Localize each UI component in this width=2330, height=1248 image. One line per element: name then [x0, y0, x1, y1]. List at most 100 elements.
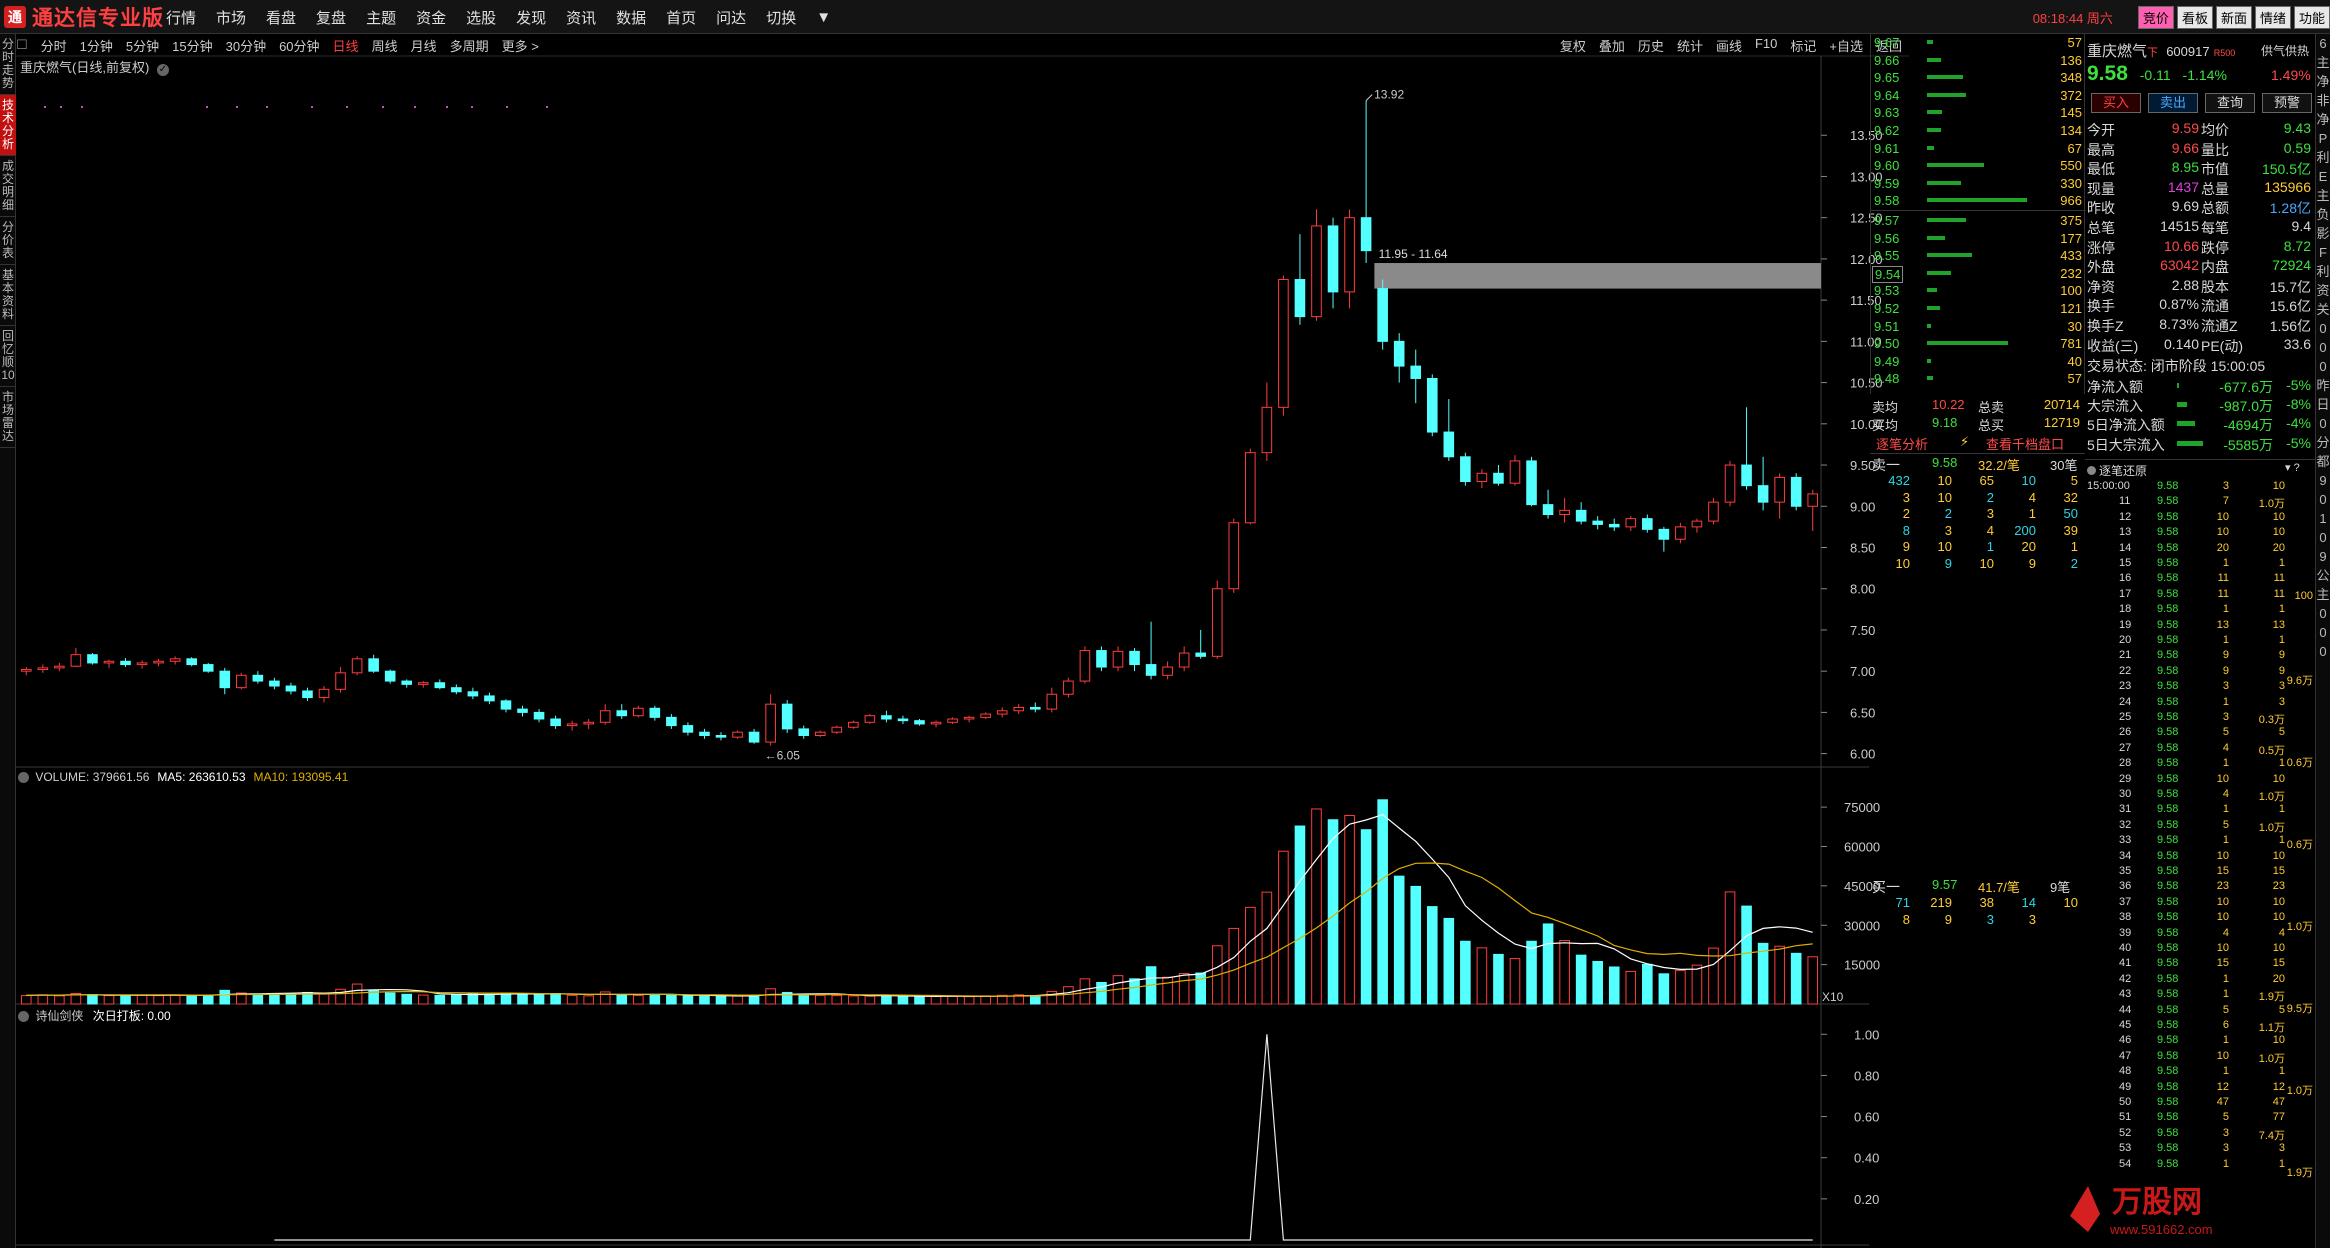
- tick-row-34[interactable]: 44 9.58 5 5: [2085, 1004, 2315, 1019]
- menu-item-8[interactable]: 资讯: [566, 7, 596, 28]
- menu-item-12[interactable]: 切换: [766, 7, 796, 28]
- left-tab-4[interactable]: 基本资料: [0, 265, 16, 326]
- tick-row-10[interactable]: 20 9.58 1 1: [2085, 634, 2315, 649]
- menu-item-3[interactable]: 复盘: [316, 7, 346, 28]
- tick-row-15[interactable]: 25 9.58 3 0.3万: [2085, 711, 2315, 726]
- indicator-settings-icon[interactable]: [18, 1011, 29, 1023]
- quote-button-0[interactable]: 买入: [2091, 93, 2141, 113]
- tick-row-8[interactable]: 18 9.58 1 1: [2085, 603, 2315, 618]
- tick-row-35[interactable]: 45 9.58 6 1.1万: [2085, 1019, 2315, 1034]
- tick-row-3[interactable]: 13 9.58 10 10: [2085, 526, 2315, 541]
- tick-row-6[interactable]: 16 9.58 11 11: [2085, 572, 2315, 587]
- tick-row-32[interactable]: 42 9.58 1 20: [2085, 973, 2315, 988]
- tick-row-24[interactable]: 34 9.58 10 10: [2085, 850, 2315, 865]
- tick-row-16[interactable]: 26 9.58 5 5: [2085, 726, 2315, 741]
- ask-row-5[interactable]: 9.62 134: [1871, 122, 2086, 139]
- bid-row-7[interactable]: 9.50 781: [1871, 335, 2086, 352]
- tick-row-30[interactable]: 40 9.58 10 10: [2085, 942, 2315, 957]
- tick-row-39[interactable]: 49 9.58 12 12: [2085, 1081, 2315, 1096]
- tick-row-28[interactable]: 38 9.58 10 10: [2085, 911, 2315, 926]
- menu-item-2[interactable]: 看盘: [266, 7, 296, 28]
- quote-button-1[interactable]: 卖出: [2148, 93, 2198, 113]
- menu-item-10[interactable]: 首页: [666, 7, 696, 28]
- left-tab-0[interactable]: 分时走势: [0, 34, 16, 95]
- tick-row-20[interactable]: 30 9.58 4 1.0万: [2085, 788, 2315, 803]
- menu-item-11[interactable]: 问达: [716, 7, 746, 28]
- volume-settings-icon[interactable]: [18, 772, 29, 784]
- menu-item-1[interactable]: 市场: [216, 7, 246, 28]
- left-tab-6[interactable]: 市场雷达: [0, 387, 16, 448]
- sector-tag[interactable]: 供气供热: [2261, 42, 2309, 59]
- tick-row-29[interactable]: 39 9.58 4 4: [2085, 927, 2315, 942]
- tick-row-4[interactable]: 14 9.58 20 20: [2085, 542, 2315, 557]
- quote-button-3[interactable]: 预警: [2262, 93, 2312, 113]
- tick-row-19[interactable]: 29 9.58 10 10: [2085, 773, 2315, 788]
- menu-item-9[interactable]: 数据: [616, 7, 646, 28]
- tick-row-9[interactable]: 19 9.58 13 13: [2085, 619, 2315, 634]
- tick-row-2[interactable]: 12 9.58 10 10: [2085, 511, 2315, 526]
- top-button-4[interactable]: 功能: [2293, 5, 2330, 29]
- ask-row-1[interactable]: 9.66 136: [1871, 52, 2086, 69]
- ask-row-2[interactable]: 9.65 348: [1871, 69, 2086, 86]
- tick-row-22[interactable]: 32 9.58 5 1.0万: [2085, 819, 2315, 834]
- tick-row-36[interactable]: 46 9.58 1 10: [2085, 1034, 2315, 1049]
- left-tab-1[interactable]: 技术分析: [0, 95, 16, 156]
- tick-row-1[interactable]: 11 9.58 7 1.0万: [2085, 495, 2315, 510]
- tick-row-14[interactable]: 24 9.58 1 3: [2085, 696, 2315, 711]
- tick-row-17[interactable]: 27 9.58 4 0.5万: [2085, 742, 2315, 757]
- bid-row-1[interactable]: 9.56 177: [1871, 230, 2086, 247]
- ask-row-7[interactable]: 9.60 550: [1871, 157, 2086, 174]
- tick-analysis-link[interactable]: 逐笔分析: [1876, 434, 1928, 453]
- bid-row-5[interactable]: 9.52 121: [1871, 300, 2086, 317]
- tick-row-25[interactable]: 35 9.58 15 15: [2085, 865, 2315, 880]
- ask-row-9[interactable]: 9.58 966: [1871, 192, 2086, 209]
- tick-row-37[interactable]: 47 9.58 10 1.0万: [2085, 1050, 2315, 1065]
- tick-dropdown-icon[interactable]: ▾ ?: [2285, 461, 2300, 474]
- tick-row-42[interactable]: 52 9.58 3 7.4万: [2085, 1127, 2315, 1142]
- ask-row-0[interactable]: 9.67 57: [1871, 34, 2086, 51]
- bid-row-2[interactable]: 9.55 433: [1871, 247, 2086, 264]
- tick-row-40[interactable]: 50 9.58 47 47: [2085, 1096, 2315, 1111]
- quote-button-2[interactable]: 查询: [2205, 93, 2255, 113]
- tick-row-12[interactable]: 22 9.58 9 9: [2085, 665, 2315, 680]
- tick-row-27[interactable]: 37 9.58 10 10: [2085, 896, 2315, 911]
- tick-row-5[interactable]: 15 9.58 1 1: [2085, 557, 2315, 572]
- bid-row-3[interactable]: 9.54 232: [1871, 265, 2086, 283]
- menu-item-7[interactable]: 发现: [516, 7, 546, 28]
- tick-row-18[interactable]: 28 9.58 1 1: [2085, 757, 2315, 772]
- ask-row-3[interactable]: 9.64 372: [1871, 87, 2086, 104]
- left-tab-3[interactable]: 分价表: [0, 217, 16, 265]
- tick-row-13[interactable]: 23 9.58 3 3: [2085, 680, 2315, 695]
- kline-chart[interactable]: 6.006.507.007.508.008.509.009.5010.0010.…: [16, 34, 1909, 1248]
- menu-item-5[interactable]: 资金: [416, 7, 446, 28]
- tick-row-31[interactable]: 41 9.58 15 15: [2085, 957, 2315, 972]
- tick-row-26[interactable]: 36 9.58 23 23: [2085, 880, 2315, 895]
- bid-row-9[interactable]: 9.48 57: [1871, 370, 2086, 387]
- tick-row-33[interactable]: 43 9.58 1 1.9万: [2085, 988, 2315, 1003]
- menu-item-0[interactable]: 行情: [166, 7, 196, 28]
- bid-row-6[interactable]: 9.51 30: [1871, 318, 2086, 335]
- bid-row-4[interactable]: 9.53 100: [1871, 282, 2086, 299]
- ask-row-4[interactable]: 9.63 145: [1871, 104, 2086, 121]
- tick-row-21[interactable]: 31 9.58 1 1: [2085, 803, 2315, 818]
- tick-row-41[interactable]: 51 9.58 5 77: [2085, 1111, 2315, 1126]
- top-button-0[interactable]: 竞价: [2137, 5, 2174, 29]
- ask-row-6[interactable]: 9.61 67: [1871, 140, 2086, 157]
- menu-item-4[interactable]: 主题: [366, 7, 396, 28]
- menu-item-6[interactable]: 选股: [466, 7, 496, 28]
- tick-row-38[interactable]: 48 9.58 1 1: [2085, 1065, 2315, 1080]
- ask-row-8[interactable]: 9.59 330: [1871, 175, 2086, 192]
- tick-row-7[interactable]: 17 9.58 11 11: [2085, 588, 2315, 603]
- tick-row-11[interactable]: 21 9.58 9 9: [2085, 649, 2315, 664]
- top-button-3[interactable]: 情绪: [2254, 5, 2291, 29]
- menu-item-13[interactable]: ▼: [816, 9, 831, 26]
- left-tab-2[interactable]: 成交明细: [0, 156, 16, 217]
- tick-list[interactable]: 逐笔还原 ▾ ? 15:00:00 9.58 3 10 11 9.58 7 1.0万 12 9.5…: [2085, 459, 2315, 1248]
- top-button-2[interactable]: 新面: [2215, 5, 2252, 29]
- top-button-1[interactable]: 看板: [2176, 5, 2213, 29]
- depth-link[interactable]: 查看千档盘口: [1986, 434, 2064, 453]
- tick-row-43[interactable]: 53 9.58 3 3: [2085, 1142, 2315, 1157]
- left-tab-5[interactable]: 回忆顺10: [0, 326, 16, 387]
- tick-row-0[interactable]: 15:00:00 9.58 3 10: [2085, 480, 2315, 495]
- tick-row-44[interactable]: 54 9.58 1 1: [2085, 1158, 2315, 1173]
